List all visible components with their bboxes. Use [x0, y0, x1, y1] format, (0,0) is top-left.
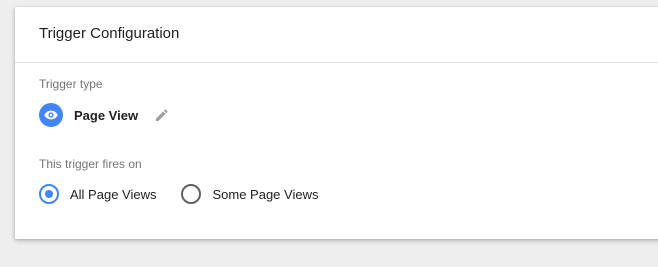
- radio-label-some-page-views[interactable]: Some Page Views: [212, 187, 318, 202]
- radio-checked-icon[interactable]: [39, 184, 59, 204]
- fires-on-label: This trigger fires on: [39, 157, 142, 171]
- card-header: Trigger Configuration: [15, 7, 658, 63]
- trigger-type-selector[interactable]: Page View: [39, 103, 168, 127]
- trigger-type-label: Trigger type: [39, 77, 103, 91]
- card-title: Trigger Configuration: [39, 25, 180, 42]
- fires-on-radio-group: All Page Views Some Page Views: [39, 182, 318, 206]
- radio-some-page-views[interactable]: Some Page Views: [181, 184, 318, 204]
- radio-label-all-page-views[interactable]: All Page Views: [70, 187, 156, 202]
- trigger-type-value: Page View: [74, 107, 139, 123]
- radio-all-page-views[interactable]: All Page Views: [39, 184, 156, 204]
- radio-dot: [45, 190, 53, 198]
- radio-unchecked-icon[interactable]: [181, 184, 202, 204]
- trigger-configuration-card: Trigger Configuration Trigger type Page …: [15, 7, 658, 239]
- eye-icon: [39, 103, 63, 127]
- pencil-icon[interactable]: [154, 108, 168, 122]
